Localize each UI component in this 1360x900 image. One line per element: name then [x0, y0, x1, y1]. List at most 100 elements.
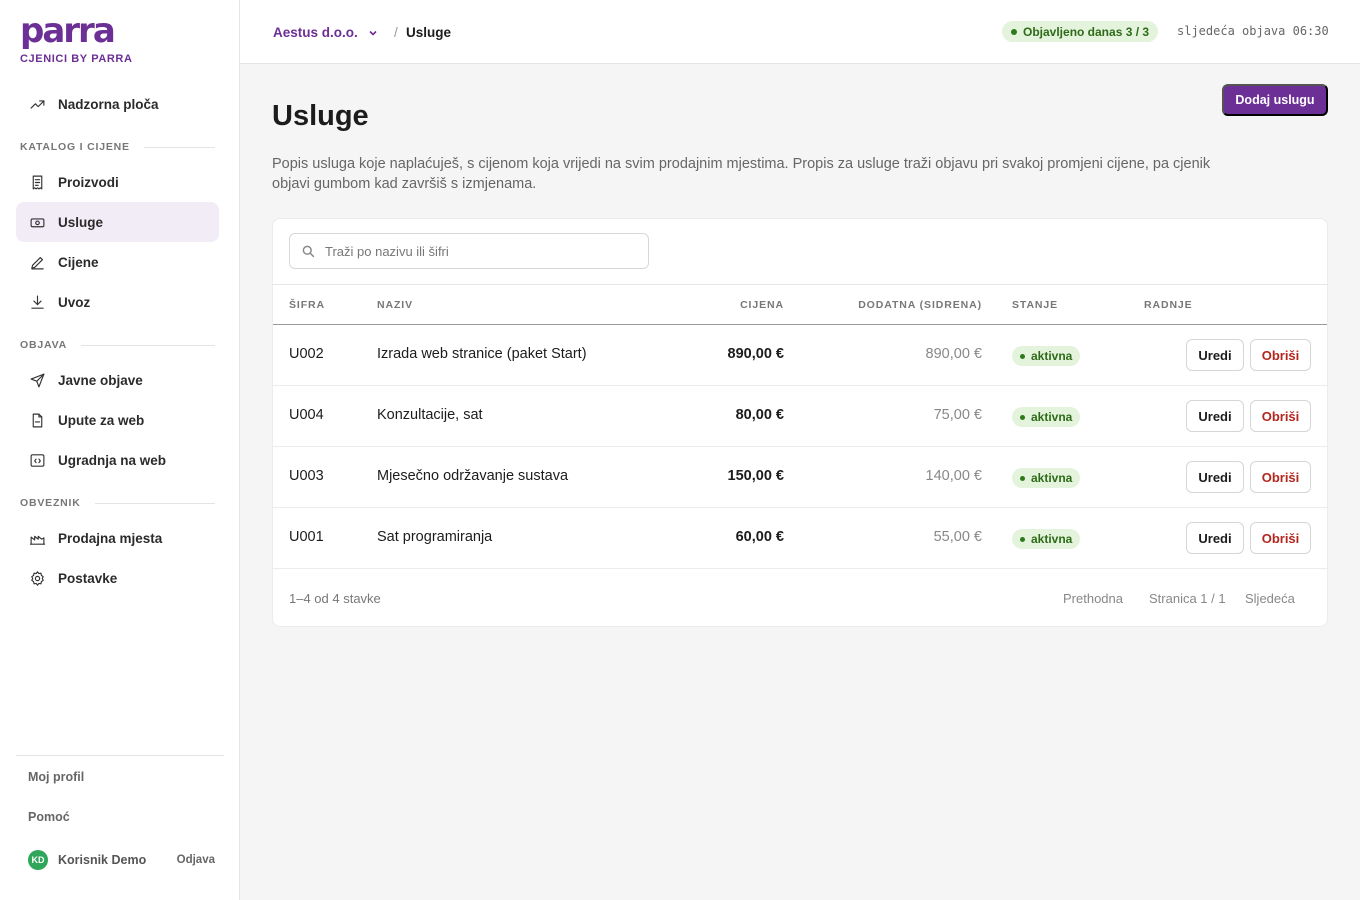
table-row: U003 Mjesečno održavanje sustava 150,00 …: [273, 447, 1327, 508]
my-profile-link[interactable]: Moj profil: [28, 770, 84, 784]
download-icon: [28, 293, 46, 311]
logout-button[interactable]: Odjava: [177, 854, 215, 866]
edit-button[interactable]: Uredi: [1186, 461, 1244, 493]
column-header-name[interactable]: NAZIV: [377, 299, 413, 311]
sidebar-item-public-publications[interactable]: Javne objave: [16, 360, 219, 400]
row-anchor-price: 140,00 €: [925, 468, 982, 484]
status-badge: aktivna: [1012, 407, 1081, 427]
sidebar-item-services[interactable]: Usluge: [16, 202, 219, 242]
send-icon: [28, 371, 46, 389]
sidebar-item-label: Javne objave: [58, 372, 143, 388]
status-dot-icon: [1020, 414, 1025, 420]
row-anchor-price: 890,00 €: [925, 346, 982, 362]
code-icon: [28, 451, 46, 469]
sidebar-item-products[interactable]: Proizvodi: [16, 162, 219, 202]
company-name: Aestus d.o.o.: [273, 25, 358, 40]
help-link[interactable]: Pomoć: [28, 810, 70, 824]
page-title: Usluge: [272, 100, 369, 132]
row-anchor-price: 75,00 €: [933, 407, 982, 423]
row-code: U002: [289, 346, 324, 362]
sidebar-item-web-embed[interactable]: Ugradnja na web: [16, 440, 219, 480]
next-publish-time: sljedeća objava 06:30: [1177, 24, 1329, 38]
nav-section-publish: OBJAVA: [20, 339, 215, 351]
row-code: U004: [289, 407, 324, 423]
status-text: aktivna: [1031, 349, 1073, 363]
services-table-card: ŠIFRA NAZIV CIJENA DODATNA (SIDRENA) STA…: [272, 218, 1328, 627]
sidebar-item-label: Proizvodi: [58, 174, 119, 190]
row-name: Izrada web stranice (paket Start): [377, 346, 587, 362]
search-input[interactable]: [325, 243, 625, 259]
brand-logo[interactable]: parra: [20, 14, 116, 48]
sidebar-item-label: Cijene: [58, 254, 99, 270]
breadcrumb-separator: /: [394, 25, 398, 40]
sidebar-divider: [16, 755, 224, 756]
row-price: 80,00 €: [735, 407, 784, 423]
row-code: U003: [289, 468, 324, 484]
sidebar-item-dashboard[interactable]: Nadzorna ploča: [16, 84, 219, 124]
pagination-prev-button[interactable]: Prethodna: [1063, 591, 1123, 606]
trend-up-icon: [28, 95, 46, 113]
banknote-icon: [28, 213, 46, 231]
published-status-badge: Objavljeno danas 3 / 3: [1002, 21, 1159, 42]
status-dot-icon: [1020, 353, 1025, 359]
column-header-price[interactable]: CIJENA: [740, 299, 784, 311]
delete-button[interactable]: Obriši: [1250, 461, 1311, 493]
store-icon: [28, 529, 46, 547]
status-dot-icon: [1011, 28, 1017, 35]
sidebar-item-label: Postavke: [58, 570, 118, 586]
column-header-anchor-price[interactable]: DODATNA (SIDRENA): [858, 299, 982, 311]
search-box[interactable]: [289, 233, 649, 269]
column-header-code[interactable]: ŠIFRA: [289, 299, 325, 311]
sidebar: parra CJENICI BY PARRA Nadzorna ploča KA…: [0, 0, 240, 900]
delete-button[interactable]: Obriši: [1250, 339, 1311, 371]
sidebar-item-label: Uvoz: [58, 294, 91, 310]
table-row: U004 Konzultacije, sat 80,00 € 75,00 € a…: [273, 386, 1327, 447]
delete-button[interactable]: Obriši: [1250, 400, 1311, 432]
row-name: Mjesečno održavanje sustava: [377, 468, 569, 484]
row-anchor-price: 55,00 €: [933, 529, 982, 545]
page-description: Popis usluga koje naplaćuješ, s cijenom …: [272, 156, 1211, 192]
user-name: Korisnik Demo: [58, 853, 147, 867]
nav-section-catalog: KATALOG I CIJENE: [20, 141, 215, 153]
edit-button[interactable]: Uredi: [1186, 522, 1244, 554]
user-row: KD Korisnik Demo Odjava: [28, 850, 218, 870]
row-name: Sat programiranja: [377, 529, 493, 545]
row-price: 890,00 €: [727, 346, 784, 362]
column-header-actions: RADNJE: [1144, 299, 1193, 311]
search-icon: [302, 245, 315, 257]
gear-icon: [28, 569, 46, 587]
pagination-count: 1–4 od 4 stavke: [289, 591, 381, 606]
nav-section-obligor: OBVEZNIK: [20, 497, 215, 509]
avatar: KD: [28, 850, 48, 870]
sidebar-item-label: Nadzorna ploča: [58, 96, 159, 112]
add-service-button[interactable]: Dodaj uslugu: [1222, 84, 1328, 116]
status-badge: aktivna: [1012, 529, 1081, 549]
row-price: 60,00 €: [735, 529, 784, 545]
sidebar-item-import[interactable]: Uvoz: [16, 282, 219, 322]
receipt-icon: [28, 173, 46, 191]
delete-button[interactable]: Obriši: [1250, 522, 1311, 554]
pagination-page-indicator: Stranica 1 / 1: [1149, 591, 1226, 606]
table-row: U002 Izrada web stranice (paket Start) 8…: [273, 325, 1327, 386]
sidebar-item-web-guide[interactable]: Upute za web: [16, 400, 219, 440]
company-selector[interactable]: Aestus d.o.o.: [273, 25, 379, 40]
status-dot-icon: [1020, 536, 1025, 542]
published-status-text: Objavljeno danas 3 / 3: [1023, 24, 1150, 39]
sidebar-item-prices[interactable]: Cijene: [16, 242, 219, 282]
edit-button[interactable]: Uredi: [1186, 400, 1244, 432]
pagination-next-button[interactable]: Sljedeća: [1245, 591, 1295, 606]
chevron-down-icon: [369, 30, 377, 36]
pencil-icon: [28, 253, 46, 271]
column-header-status[interactable]: STANJE: [1012, 299, 1058, 311]
sidebar-item-label: Ugradnja na web: [58, 452, 167, 468]
sidebar-item-label: Usluge: [58, 214, 104, 230]
edit-button[interactable]: Uredi: [1186, 339, 1244, 371]
sidebar-item-points-of-sale[interactable]: Prodajna mjesta: [16, 518, 219, 558]
row-price: 150,00 €: [727, 468, 784, 484]
table-row: U001 Sat programiranja 60,00 € 55,00 € a…: [273, 508, 1327, 569]
status-text: aktivna: [1031, 410, 1073, 424]
status-badge: aktivna: [1012, 468, 1081, 488]
status-text: aktivna: [1031, 471, 1073, 485]
sidebar-item-settings[interactable]: Postavke: [16, 558, 219, 598]
row-name: Konzultacije, sat: [377, 407, 483, 423]
